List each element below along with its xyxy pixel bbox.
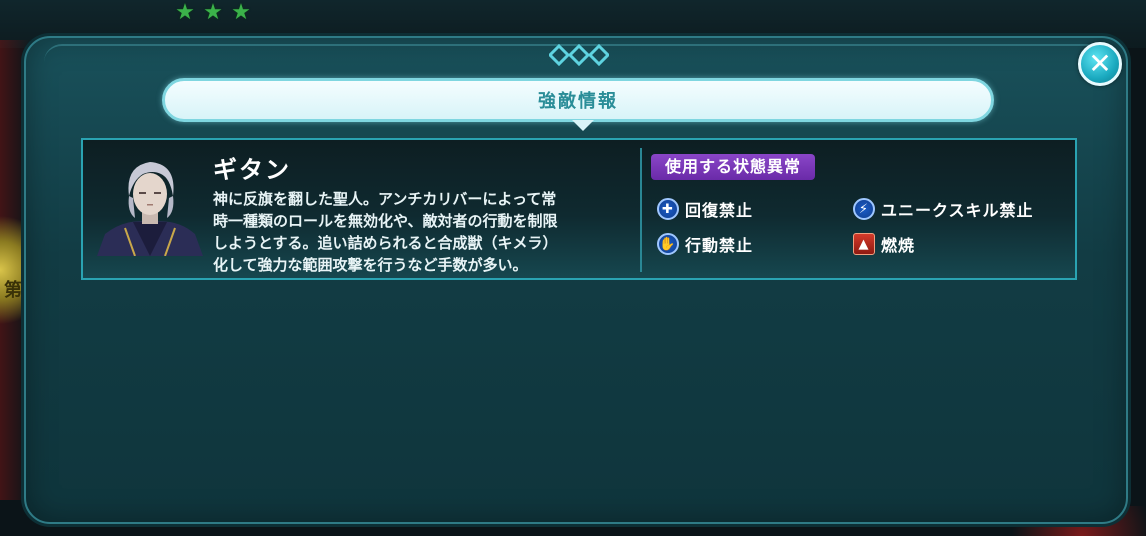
description-line: しようとする。追い詰められると合成獣（キメラ） <box>213 234 558 252</box>
status-effect-heal-ban: ✚ 回復禁止 <box>657 197 753 221</box>
enemy-info-card: ギタン 神に反旗を翻した聖人。アンチカリバーによって常 時一種類のロールを無効化… <box>81 138 1077 280</box>
action-ban-icon: ✋ <box>657 233 679 255</box>
dialog-title-bar: 強敵情報 <box>162 78 994 122</box>
status-effect-burn: ▲ 燃焼 <box>853 232 915 256</box>
description-line: 時一種類のロールを無効化や、敵対者の行動を制限 <box>213 212 558 230</box>
heal-ban-icon: ✚ <box>657 198 679 220</box>
unique-skill-ban-icon: ⚡ <box>853 198 875 220</box>
enemy-name: ギタン <box>213 156 291 184</box>
status-effect-label: 行動禁止 <box>685 236 754 255</box>
title-pointer <box>572 120 594 131</box>
close-button[interactable]: ✕ <box>1078 42 1122 86</box>
card-divider <box>640 148 642 272</box>
status-effect-label: 燃焼 <box>881 236 916 255</box>
background-star-rating: ★ ★ ★ <box>172 2 254 24</box>
status-effects-header: 使用する状態異常 <box>651 154 816 180</box>
close-icon: ✕ <box>1088 47 1112 80</box>
dialog-title: 強敵情報 <box>538 91 618 112</box>
enemy-portrait <box>97 162 203 256</box>
star-icon: ★ <box>231 0 251 25</box>
description-line: 化して強力な範囲攻撃を行うなど手数が多い。 <box>213 256 528 274</box>
star-icon: ★ <box>203 0 223 25</box>
status-effect-action-ban: ✋ 行動禁止 <box>657 232 753 256</box>
enemy-description: 神に反旗を翻した聖人。アンチカリバーによって常 時一種類のロールを無効化や、敵対… <box>213 188 633 276</box>
description-line: 神に反旗を翻した聖人。アンチカリバーによって常 <box>213 190 557 208</box>
status-effect-label: 回復禁止 <box>685 201 754 220</box>
diamond-ornament-icon <box>549 44 609 66</box>
enemy-info-dialog: 強敵情報 ✕ ギタン 神に反旗を翻した聖人。アンチカリバーによって常 時一種類の… <box>24 36 1128 524</box>
background-medal-glyph: 第 <box>4 280 22 301</box>
star-icon: ★ <box>175 0 195 25</box>
status-effect-label: ユニークスキル禁止 <box>881 201 1034 220</box>
status-effect-unique-skill-ban: ⚡ ユニークスキル禁止 <box>853 197 1034 221</box>
burn-icon: ▲ <box>853 233 875 255</box>
